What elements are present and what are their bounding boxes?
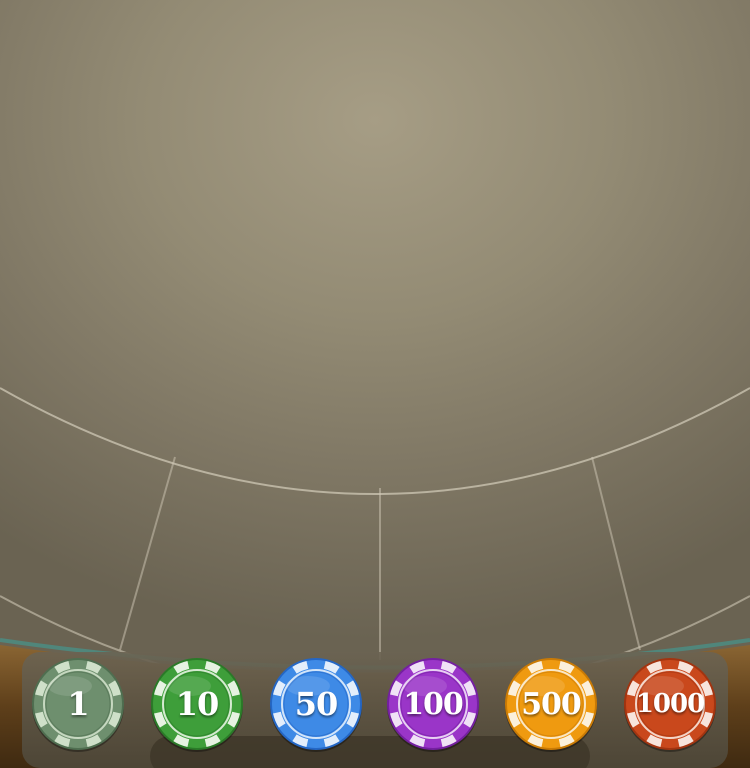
chip-1-button[interactable]: 1 bbox=[30, 656, 126, 752]
chip-value-label: 1000 bbox=[635, 689, 705, 719]
chip-value-label: 500 bbox=[521, 686, 582, 722]
chip-10-button[interactable]: 10 bbox=[149, 656, 245, 752]
chip-500-button[interactable]: 500 bbox=[503, 656, 599, 752]
chip-value-label: 10 bbox=[175, 685, 220, 723]
chip-tray: 1 10 50 100 500 1000 bbox=[26, 652, 726, 768]
chip-value-label: 1 bbox=[67, 685, 89, 723]
chip-100-button[interactable]: 100 bbox=[385, 656, 481, 752]
chip-value-label: 50 bbox=[294, 685, 339, 723]
chip-1000-button[interactable]: 1000 bbox=[622, 656, 718, 752]
chip-50-button[interactable]: 50 bbox=[268, 656, 364, 752]
chip-value-label: 100 bbox=[403, 686, 464, 722]
